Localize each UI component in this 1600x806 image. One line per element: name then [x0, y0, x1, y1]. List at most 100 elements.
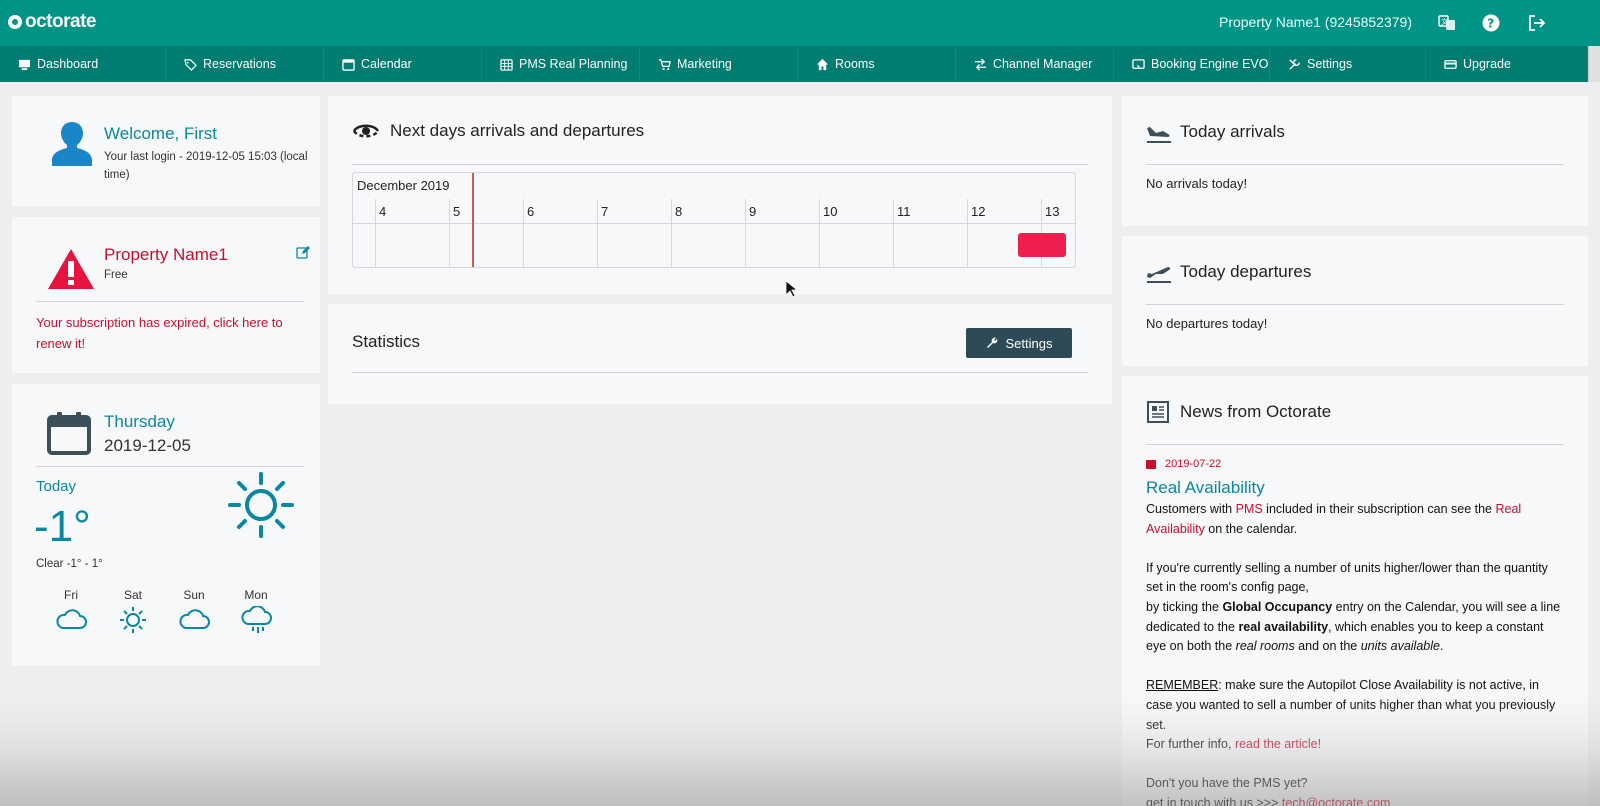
svg-text:?: ? — [1487, 17, 1494, 31]
nav-pms-real-planning[interactable]: PMS Real Planning — [482, 46, 640, 82]
timeline-gridline — [967, 199, 968, 267]
tag-icon — [184, 58, 197, 71]
nav-label: Upgrade — [1463, 57, 1511, 71]
news-date-text: 2019-07-22 — [1165, 458, 1222, 470]
timeline-day: 4 — [379, 204, 387, 219]
support-email-link[interactable]: tech@octorate.com — [1282, 796, 1391, 806]
news-panel: News from Octorate 2019-07-22 Real Avail… — [1122, 376, 1588, 806]
welcome-panel: Welcome, First Your last login - 2019-12… — [12, 96, 320, 206]
nav-label: Dashboard — [37, 57, 99, 71]
nav-dashboard[interactable]: Dashboard — [0, 46, 166, 82]
divider — [1146, 164, 1564, 165]
forecast-day: Sun — [183, 588, 205, 602]
nav-label: Settings — [1307, 57, 1353, 71]
divider — [36, 466, 304, 467]
statistics-panel: Statistics Settings — [328, 304, 1112, 404]
timeline-gridline — [893, 199, 894, 267]
nav-label: Calendar — [361, 57, 412, 71]
cloud-icon — [56, 609, 87, 629]
last-login-text: Your last login - 2019-12-05 15:03 (loca… — [104, 151, 308, 181]
edit-icon[interactable] — [296, 245, 310, 259]
grid-calendar-icon — [500, 58, 513, 71]
nav-label: PMS Real Planning — [519, 57, 628, 71]
news-article-body: Customers with PMS included in their sub… — [1146, 500, 1566, 806]
forecast-sat: Sat — [110, 588, 156, 637]
temperature: -1° — [34, 502, 91, 551]
divider — [352, 164, 1088, 165]
today-departures-panel: Today departures No departures today! — [1122, 236, 1588, 366]
property-selector[interactable]: Property Name1 (9245852379) — [1219, 14, 1412, 30]
timeline-gridline — [671, 199, 672, 267]
timeline-day: 5 — [453, 204, 461, 219]
timeline-day: 8 — [675, 204, 683, 219]
dashboard-icon — [18, 59, 31, 70]
no-arrivals-text: No arrivals today! — [1146, 176, 1248, 191]
arrivals-departures-title: Next days arrivals and departures — [390, 121, 645, 140]
user-icon — [52, 122, 92, 166]
nav-settings[interactable]: Settings — [1270, 46, 1426, 82]
timeline-gridline — [449, 199, 450, 267]
language-icon[interactable]: 文 — [1436, 12, 1458, 34]
statistics-settings-button[interactable]: Settings — [966, 328, 1072, 358]
logo-mark-icon — [8, 15, 22, 29]
main-nav: Dashboard Reservations Calendar PMS Real… — [0, 46, 1600, 82]
timeline-month: December 2019 — [357, 178, 450, 193]
booking-engine-icon — [1132, 58, 1145, 69]
logo-text: octorate — [25, 11, 96, 32]
cloud-icon — [179, 609, 210, 629]
settings-button-label: Settings — [1005, 335, 1053, 351]
calendar-small-icon — [1146, 460, 1156, 469]
newspaper-icon — [1147, 401, 1169, 423]
forecast-day: Fri — [64, 588, 78, 602]
weekday: Thursday — [104, 412, 175, 431]
nav-reservations[interactable]: Reservations — [166, 46, 324, 82]
nav-booking-engine-evo[interactable]: Booking Engine EVO — [1114, 46, 1270, 82]
timeline-day: 11 — [897, 204, 911, 219]
nav-calendar[interactable]: Calendar — [324, 46, 482, 82]
divider — [352, 372, 1088, 373]
tools-icon — [1289, 58, 1300, 70]
read-article-link[interactable]: read the article! — [1235, 737, 1321, 751]
forecast-day: Sat — [123, 588, 142, 602]
top-bar: octorate Property Name1 (9245852379) 文 ? — [0, 0, 1600, 46]
timeline-day: 12 — [971, 204, 986, 219]
timeline-gridline — [745, 199, 746, 267]
arrivals-departures-panel: Next days arrivals and departures Decemb… — [328, 96, 1112, 294]
credit-card-icon — [1444, 59, 1457, 69]
arrivals-timeline[interactable]: December 2019 4 5 6 7 8 9 10 11 12 13 — [352, 172, 1076, 268]
weather-panel: Thursday 2019-12-05 Today -1° Clear -1° … — [12, 384, 320, 666]
help-icon[interactable]: ? — [1480, 12, 1502, 34]
current-time-marker — [472, 173, 474, 267]
warning-icon — [48, 249, 94, 289]
timeline-day: 7 — [601, 204, 609, 219]
nav-marketing[interactable]: Marketing — [640, 46, 798, 82]
timeline-gridline — [597, 199, 598, 267]
timeline-gridline — [523, 199, 524, 267]
cart-icon — [658, 58, 671, 70]
divider — [1146, 444, 1564, 445]
divider — [1146, 304, 1564, 305]
timeline-booking-block[interactable] — [1018, 233, 1066, 257]
today-arrivals-panel: Today arrivals No arrivals today! — [1122, 96, 1588, 226]
today-arrivals-title: Today arrivals — [1180, 122, 1285, 141]
home-icon — [816, 58, 829, 70]
nav-label: Booking Engine EVO — [1151, 57, 1269, 71]
plane-arrival-icon — [1147, 127, 1171, 143]
wrench-icon — [986, 337, 997, 348]
today-departures-title: Today departures — [1180, 262, 1312, 281]
forecast-fri: Fri — [48, 588, 94, 637]
news-article-title[interactable]: Real Availability — [1146, 478, 1265, 498]
nav-rooms[interactable]: Rooms — [798, 46, 956, 82]
svg-text:文: 文 — [1441, 17, 1448, 26]
property-name: Property Name1 — [104, 245, 228, 264]
nav-upgrade[interactable]: Upgrade — [1426, 46, 1588, 82]
logout-icon[interactable] — [1526, 12, 1548, 34]
nav-scrollbar[interactable] — [1588, 46, 1600, 82]
timeline-day: 13 — [1045, 204, 1060, 219]
nav-channel-manager[interactable]: Channel Manager — [956, 46, 1114, 82]
timeline-gridline — [819, 199, 820, 267]
sun-icon — [228, 472, 294, 538]
subscription-expired-link[interactable]: Your subscription has expired, click her… — [36, 312, 306, 354]
octorate-logo[interactable]: octorate — [8, 11, 96, 33]
forecast-sun: Sun — [171, 588, 217, 637]
